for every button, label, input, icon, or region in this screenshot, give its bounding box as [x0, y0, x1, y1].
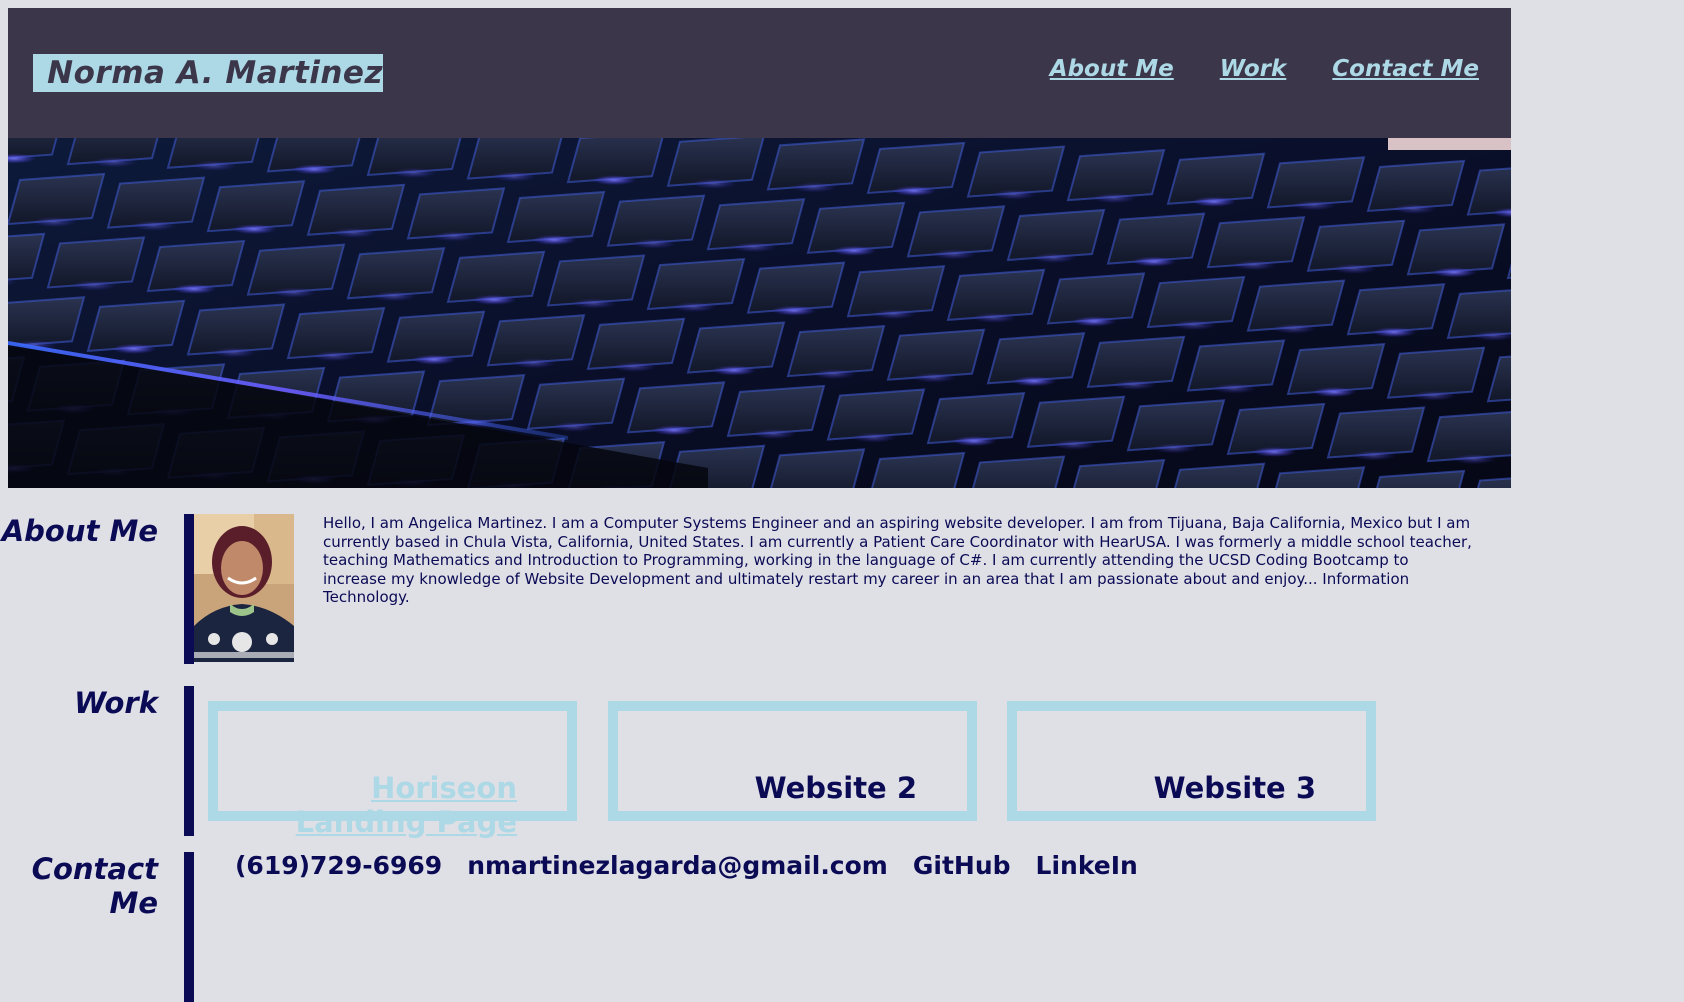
contact-email[interactable]: nmartinezlagarda@gmail.com — [467, 851, 888, 881]
site-header: Norma A. Martinez About Me Work Contact … — [8, 8, 1511, 138]
work-divider-bar — [184, 686, 194, 836]
keyboard-illustration — [8, 138, 1511, 488]
page: Norma A. Martinez About Me Work Contact … — [0, 0, 1684, 1002]
nav-contact-me[interactable]: Contact Me — [1332, 54, 1479, 84]
work-heading: Work — [74, 686, 158, 720]
work-card-title-link[interactable]: Horiseon Landing Page — [257, 771, 517, 839]
work-card-website-2[interactable]: Website 2 — [608, 701, 977, 821]
contact-phone[interactable]: (619)729-6969 — [235, 851, 442, 881]
nav-about-me[interactable]: About Me — [1050, 54, 1174, 84]
work-card-title: Website 3 — [1153, 771, 1316, 805]
work-card-website-3[interactable]: Website 3 — [1007, 701, 1376, 821]
site-name: Norma A. Martinez — [47, 55, 383, 91]
site-name-logo[interactable]: Norma A. Martinez — [33, 54, 383, 92]
contact-github-link[interactable]: GitHub — [913, 851, 1011, 881]
main-nav: About Me Work Contact Me — [1050, 54, 1479, 84]
work-card-title: Website 2 — [754, 771, 917, 805]
contact-list: (619)729-6969 nmartinezlagarda@gmail.com… — [235, 851, 1138, 881]
contact-linkedin-link[interactable]: LinkeIn — [1036, 851, 1138, 881]
about-bio-text: Hello, I am Angelica Martinez. I am a Co… — [323, 514, 1472, 606]
contact-me-heading: Contact Me — [31, 852, 158, 920]
about-divider-bar — [184, 514, 194, 664]
nav-work[interactable]: Work — [1220, 54, 1287, 84]
contact-divider-bar — [184, 852, 194, 1002]
profile-photo — [194, 514, 294, 662]
about-me-heading: About Me — [1, 514, 158, 548]
work-card-horiseon[interactable]: Horiseon Landing Page — [208, 701, 577, 839]
hero-keyboard-image — [8, 138, 1511, 488]
